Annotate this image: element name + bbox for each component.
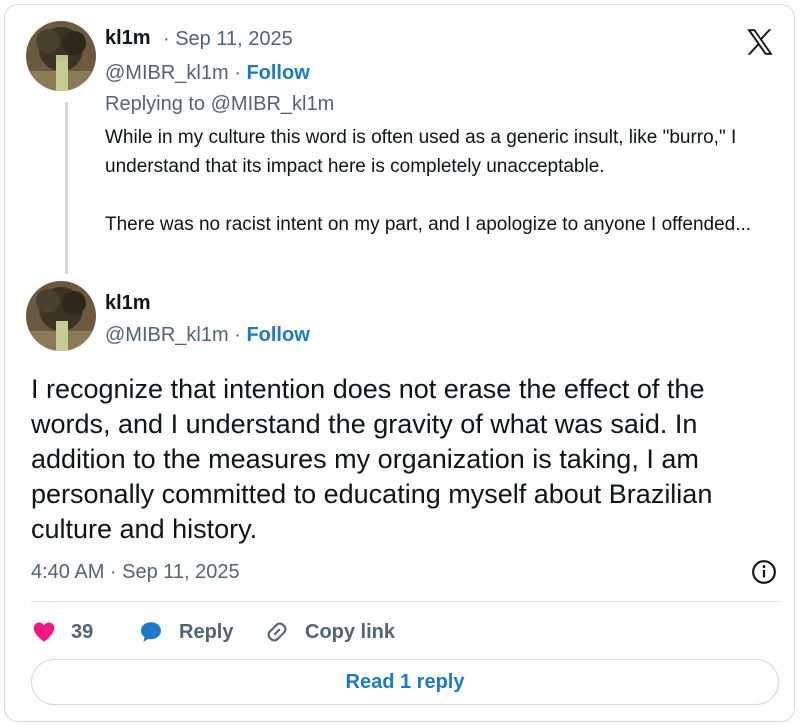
heart-icon <box>33 622 55 642</box>
x-logo-icon[interactable] <box>743 25 777 59</box>
parent-handle-row: @MIBR_kl1m · Follow <box>105 62 310 85</box>
main-follow-button[interactable]: Follow <box>246 324 309 346</box>
main-handle-row: @MIBR_kl1m · Follow <box>105 324 310 347</box>
like-count: 39 <box>71 620 94 643</box>
actions-divider <box>31 601 781 602</box>
reply-label: Reply <box>179 620 234 643</box>
copy-link-button[interactable]: Copy link <box>263 617 395 647</box>
parent-date[interactable]: · Sep 11, 2025 <box>163 28 293 51</box>
main-display-name[interactable]: kl1m <box>105 292 151 315</box>
like-button[interactable]: 39 <box>31 617 93 647</box>
parent-handle[interactable]: @MIBR_kl1m <box>105 62 229 84</box>
reply-button[interactable]: Reply <box>137 617 233 647</box>
main-separator: · <box>228 324 247 346</box>
replying-to-label: Replying to @MIBR_kl1m <box>105 93 335 115</box>
info-icon[interactable] <box>751 559 777 585</box>
thread-connector-line <box>65 102 68 274</box>
parent-paragraph: There was no racist intent on my part, a… <box>105 214 752 235</box>
parent-display-name[interactable]: kl1m <box>105 27 151 50</box>
main-handle[interactable]: @MIBR_kl1m <box>105 324 229 346</box>
parent-tweet-text: While in my culture this word is often u… <box>105 123 785 268</box>
parent-paragraph: While in my culture this word is often u… <box>105 127 737 177</box>
main-tweet-text: I recognize that intention does not eras… <box>31 374 713 544</box>
read-replies-button[interactable]: Read 1 reply <box>31 659 779 705</box>
comment-bubble-icon <box>141 622 161 642</box>
parent-separator: · <box>228 62 247 84</box>
main-timestamp[interactable]: 4:40 AM · Sep 11, 2025 <box>31 561 240 584</box>
link-icon <box>267 622 287 642</box>
tweet-embed-card: kl1m · Sep 11, 2025 @MIBR_kl1m · Follow … <box>4 4 795 722</box>
parent-avatar[interactable] <box>26 21 96 91</box>
parent-follow-button[interactable]: Follow <box>246 62 309 84</box>
copy-link-label: Copy link <box>305 620 396 643</box>
main-avatar[interactable] <box>26 281 96 351</box>
